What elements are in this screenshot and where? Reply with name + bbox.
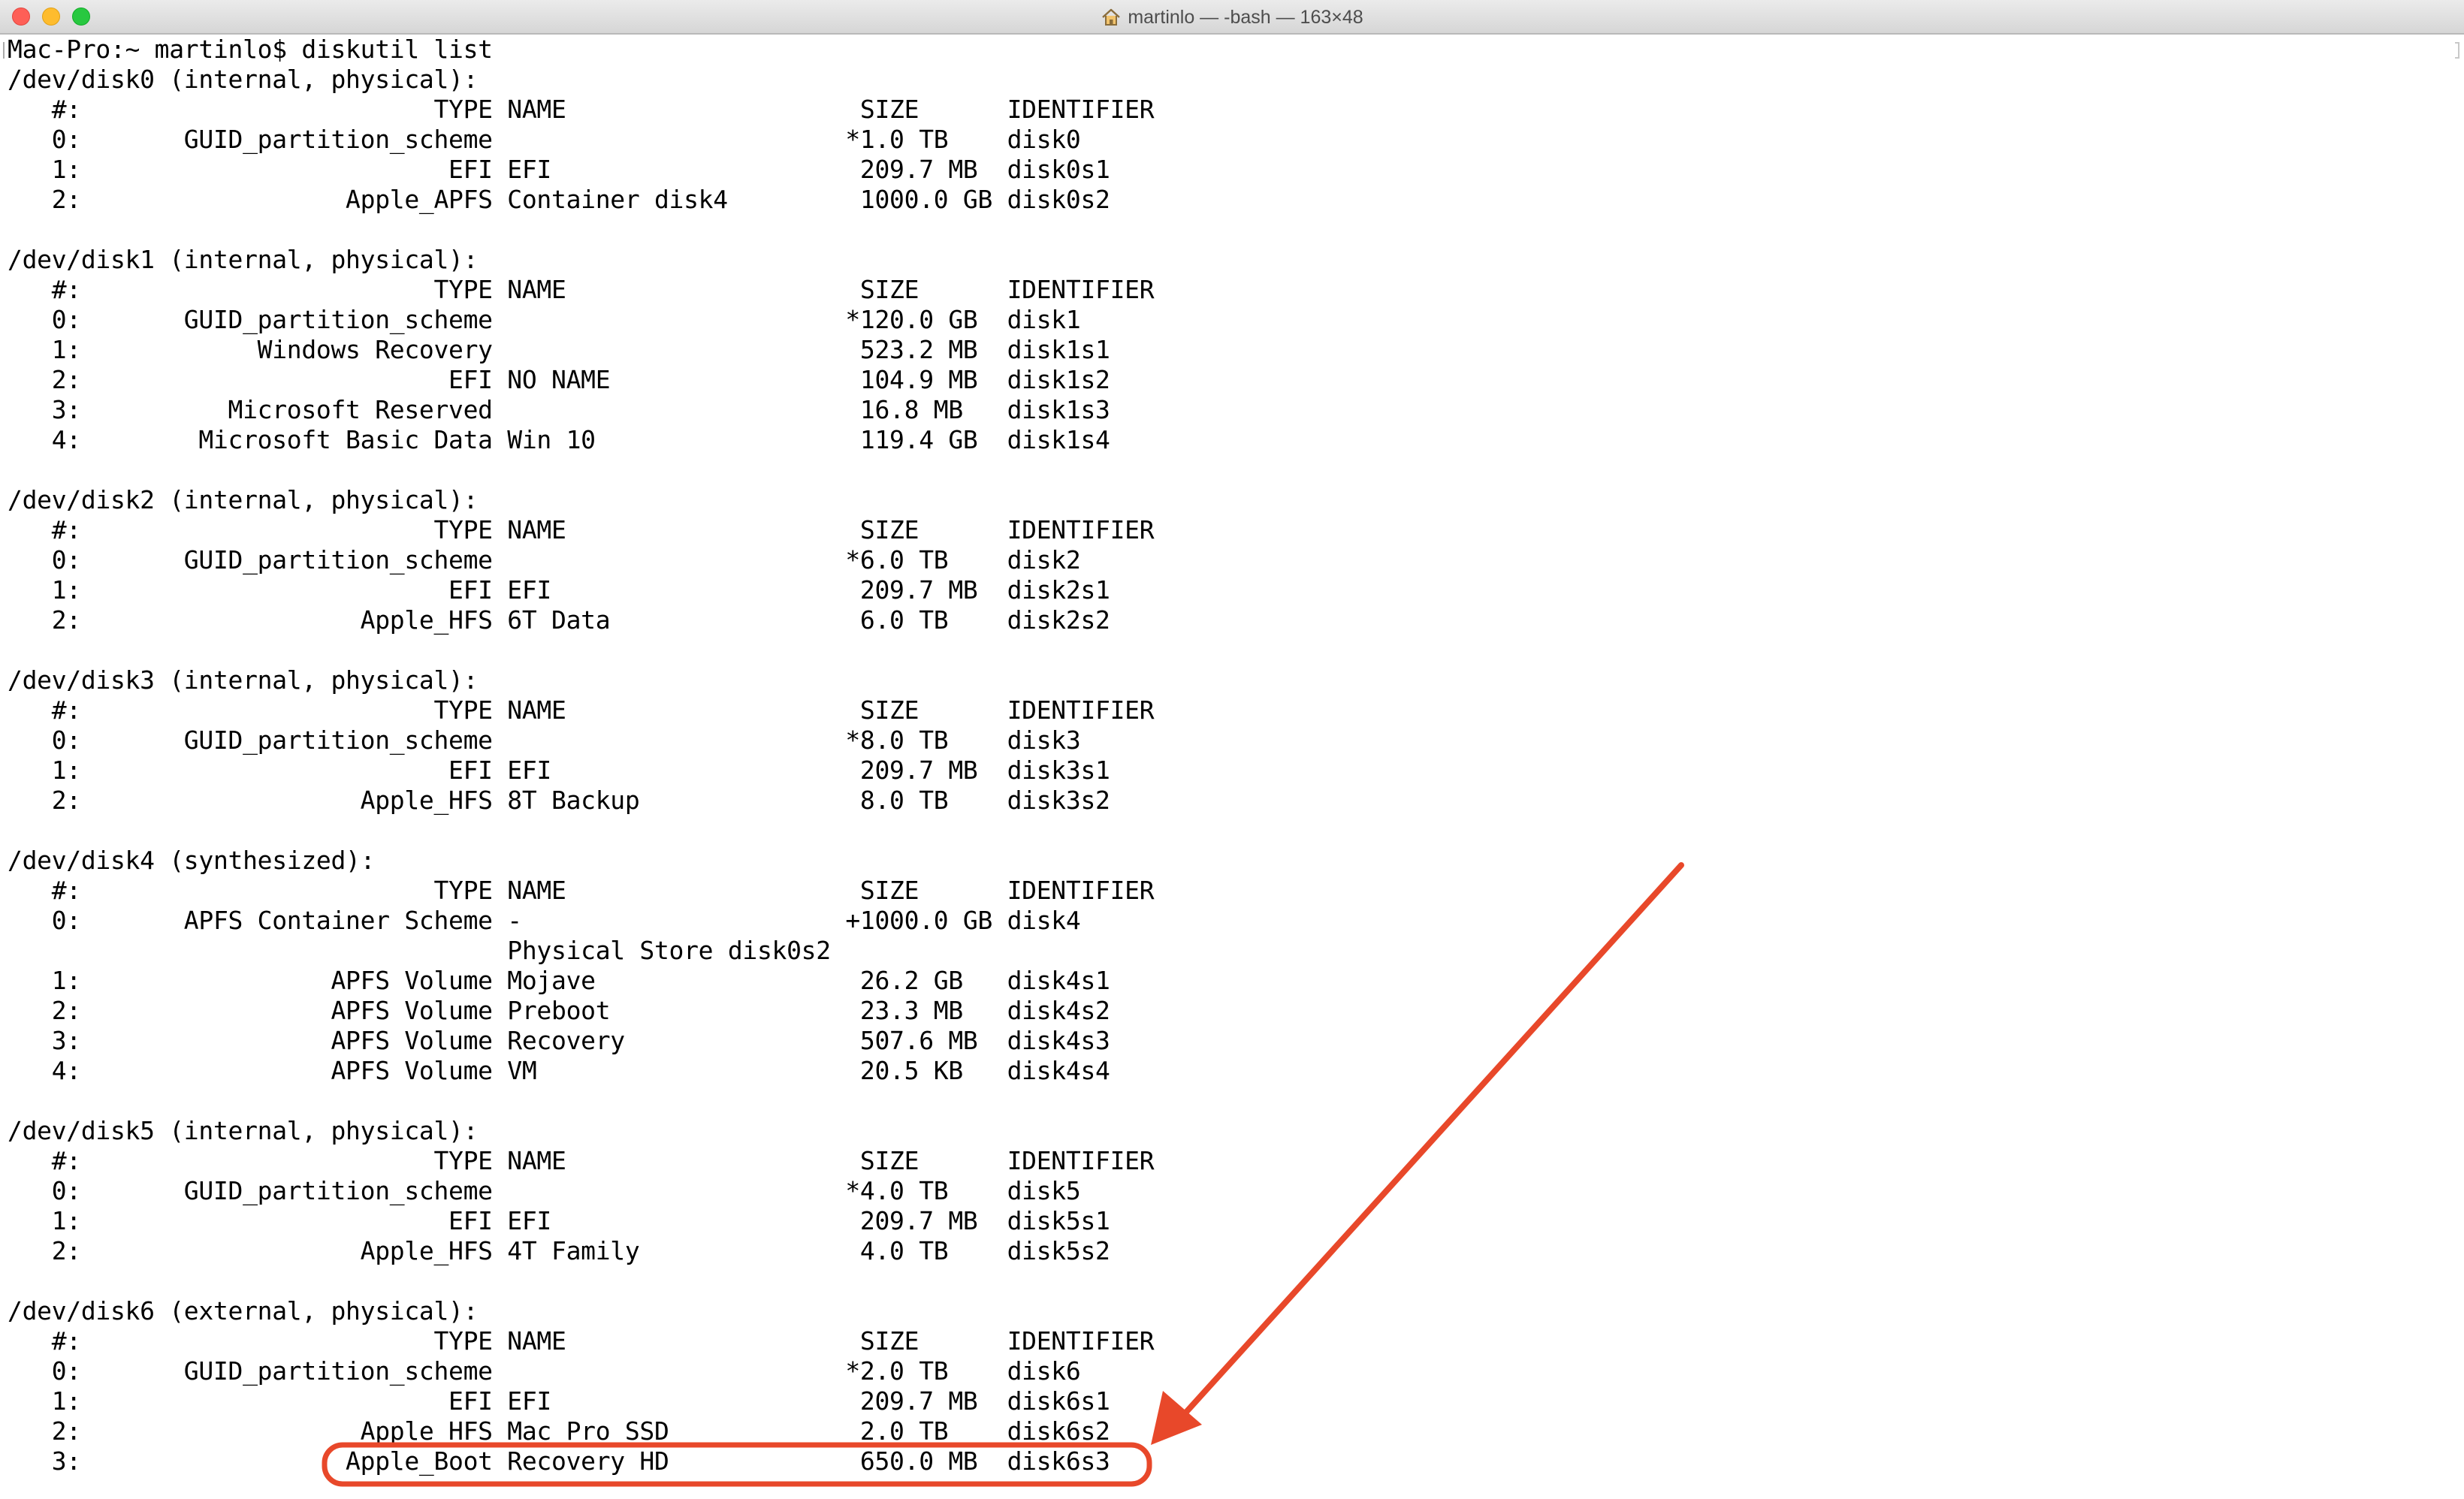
partition-row: 3: Microsoft Reserved 16.8 MB disk1s3	[8, 395, 1110, 424]
disk-header: /dev/disk6 (external, physical):	[8, 1296, 479, 1326]
partition-row: 1: EFI EFI 209.7 MB disk3s1	[8, 756, 1110, 785]
partition-row: 1: Windows Recovery 523.2 MB disk1s1	[8, 335, 1110, 364]
partition-row: 2: Apple_HFS 8T Backup 8.0 TB disk3s2	[8, 786, 1110, 815]
terminal-window: martinlo — -bash — 163×48 Mac-Pro:~ mart…	[0, 0, 2464, 1499]
home-folder-icon	[1102, 8, 1121, 26]
column-header-row: #: TYPE NAME SIZE IDENTIFIER	[8, 876, 1155, 905]
partition-row: 2: EFI NO NAME 104.9 MB disk1s2	[8, 365, 1110, 394]
partition-row: 4: APFS Volume VM 20.5 KB disk4s4	[8, 1056, 1110, 1085]
partition-row: 0: APFS Container Scheme - +1000.0 GB di…	[8, 906, 1081, 935]
column-header-row: #: TYPE NAME SIZE IDENTIFIER	[8, 1326, 1155, 1356]
partition-row: 4: Microsoft Basic Data Win 10 119.4 GB …	[8, 425, 1110, 454]
partition-row: 0: GUID_partition_scheme *120.0 GB disk1	[8, 305, 1081, 334]
text-cursor-marker	[3, 42, 5, 59]
partition-row: 1: EFI EFI 209.7 MB disk5s1	[8, 1206, 1110, 1235]
disk-header: /dev/disk0 (internal, physical):	[8, 65, 479, 94]
column-header-row: #: TYPE NAME SIZE IDENTIFIER	[8, 515, 1155, 544]
partition-row: 0: GUID_partition_scheme *2.0 TB disk6	[8, 1356, 1081, 1386]
disk-list: /dev/disk0 (internal, physical): #: TYPE…	[8, 65, 2464, 1476]
partition-row: Physical Store disk0s2	[8, 936, 1007, 965]
partition-row: 2: Apple_HFS Mac Pro SSD 2.0 TB disk6s2	[8, 1416, 1110, 1446]
window-title-wrap: martinlo — -bash — 163×48	[0, 0, 2464, 35]
column-header-row: #: TYPE NAME SIZE IDENTIFIER	[8, 275, 1155, 304]
partition-row: 3: Apple_Boot Recovery HD 650.0 MB disk6…	[8, 1446, 1110, 1476]
partition-row: 0: GUID_partition_scheme *4.0 TB disk5	[8, 1176, 1081, 1205]
prompt-line: Mac-Pro:~ martinlo$ diskutil list	[8, 35, 493, 64]
partition-row: 3: APFS Volume Recovery 507.6 MB disk4s3	[8, 1026, 1110, 1055]
disk-header: /dev/disk1 (internal, physical):	[8, 245, 479, 274]
disk-header: /dev/disk5 (internal, physical):	[8, 1116, 479, 1145]
partition-row: 0: GUID_partition_scheme *1.0 TB disk0	[8, 125, 1081, 154]
partition-row: 0: GUID_partition_scheme *6.0 TB disk2	[8, 545, 1081, 575]
partition-row: 2: Apple_HFS 4T Family 4.0 TB disk5s2	[8, 1236, 1110, 1265]
partition-row: 1: EFI EFI 209.7 MB disk6s1	[8, 1386, 1110, 1416]
partition-row: 1: EFI EFI 209.7 MB disk2s1	[8, 575, 1110, 605]
partition-row: 2: Apple_HFS 6T Data 6.0 TB disk2s2	[8, 605, 1110, 635]
partition-row: 0: GUID_partition_scheme *8.0 TB disk3	[8, 725, 1081, 755]
disk-header: /dev/disk2 (internal, physical):	[8, 485, 479, 514]
column-header-row: #: TYPE NAME SIZE IDENTIFIER	[8, 695, 1155, 725]
partition-row: 2: Apple_APFS Container disk4 1000.0 GB …	[8, 185, 1110, 214]
window-title: martinlo — -bash — 163×48	[1128, 6, 1363, 28]
column-header-row: #: TYPE NAME SIZE IDENTIFIER	[8, 1146, 1155, 1175]
terminal-output[interactable]: Mac-Pro:~ martinlo$ diskutil list /dev/d…	[8, 35, 2464, 1476]
partition-row: 2: APFS Volume Preboot 23.3 MB disk4s2	[8, 996, 1110, 1025]
title-bar[interactable]: martinlo — -bash — 163×48	[0, 0, 2464, 35]
partition-row: 1: APFS Volume Mojave 26.2 GB disk4s1	[8, 966, 1110, 995]
disk-header: /dev/disk3 (internal, physical):	[8, 665, 479, 695]
disk-header: /dev/disk4 (synthesized):	[8, 846, 376, 875]
column-header-row: #: TYPE NAME SIZE IDENTIFIER	[8, 95, 1155, 124]
partition-row: 1: EFI EFI 209.7 MB disk0s1	[8, 155, 1110, 184]
